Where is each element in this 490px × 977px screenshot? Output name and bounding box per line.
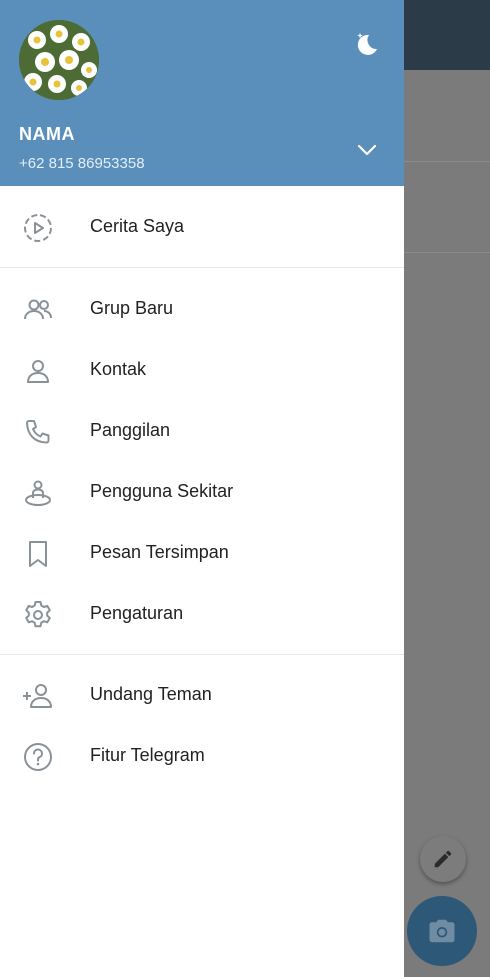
drawer-header: NAMA +62 815 86953358 bbox=[0, 0, 404, 186]
menu-label: Fitur Telegram bbox=[90, 745, 205, 765]
phone-icon bbox=[21, 415, 55, 449]
menu-item-telegram-features[interactable]: Fitur Telegram bbox=[0, 726, 404, 787]
menu-item-stories[interactable]: Cerita Saya bbox=[0, 197, 404, 258]
add-user-icon bbox=[21, 679, 55, 713]
moon-icon bbox=[357, 33, 377, 55]
menu-item-contacts[interactable]: Kontak bbox=[0, 340, 404, 401]
camera-icon bbox=[429, 919, 455, 943]
menu-label: Panggilan bbox=[90, 420, 171, 440]
menu-label: Pengaturan bbox=[90, 603, 184, 623]
menu-divider bbox=[0, 654, 404, 655]
chevron-down-icon bbox=[357, 144, 377, 156]
menu-label: Grup Baru bbox=[90, 298, 174, 318]
menu-label: Cerita Saya bbox=[90, 216, 185, 236]
menu-item-nearby[interactable]: Pengguna Sekitar bbox=[0, 462, 404, 523]
user-phone: +62 815 86953358 bbox=[19, 155, 145, 172]
background-divider bbox=[404, 252, 490, 253]
bookmark-icon bbox=[21, 537, 55, 571]
menu-item-saved-messages[interactable]: Pesan Tersimpan bbox=[0, 523, 404, 584]
user-name: NAMA bbox=[19, 124, 75, 144]
story-icon bbox=[21, 211, 55, 245]
menu-label: Undang Teman bbox=[90, 684, 212, 704]
navigation-drawer: NAMA +62 815 86953358 Cerita Saya Grup B… bbox=[0, 0, 404, 977]
menu-item-new-group[interactable]: Grup Baru bbox=[0, 279, 404, 340]
camera-button[interactable] bbox=[407, 896, 477, 966]
account-expand-button[interactable] bbox=[350, 136, 384, 164]
compose-button[interactable] bbox=[420, 836, 466, 882]
pencil-icon bbox=[434, 850, 452, 868]
gear-icon bbox=[21, 598, 55, 632]
background-divider bbox=[404, 161, 490, 162]
contact-icon bbox=[21, 354, 55, 388]
menu-divider bbox=[0, 267, 404, 268]
avatar[interactable] bbox=[19, 20, 99, 100]
menu-item-calls[interactable]: Panggilan bbox=[0, 401, 404, 462]
question-icon bbox=[21, 740, 55, 774]
menu-item-settings[interactable]: Pengaturan bbox=[0, 584, 404, 645]
nearby-people-icon bbox=[21, 476, 55, 510]
menu-item-invite-friends[interactable]: Undang Teman bbox=[0, 665, 404, 726]
menu-label: Kontak bbox=[90, 359, 147, 379]
avatar-image bbox=[19, 20, 99, 100]
night-mode-button[interactable] bbox=[348, 26, 384, 62]
group-icon bbox=[21, 293, 55, 327]
menu-label: Pengguna Sekitar bbox=[90, 481, 234, 501]
menu-label: Pesan Tersimpan bbox=[90, 542, 229, 562]
